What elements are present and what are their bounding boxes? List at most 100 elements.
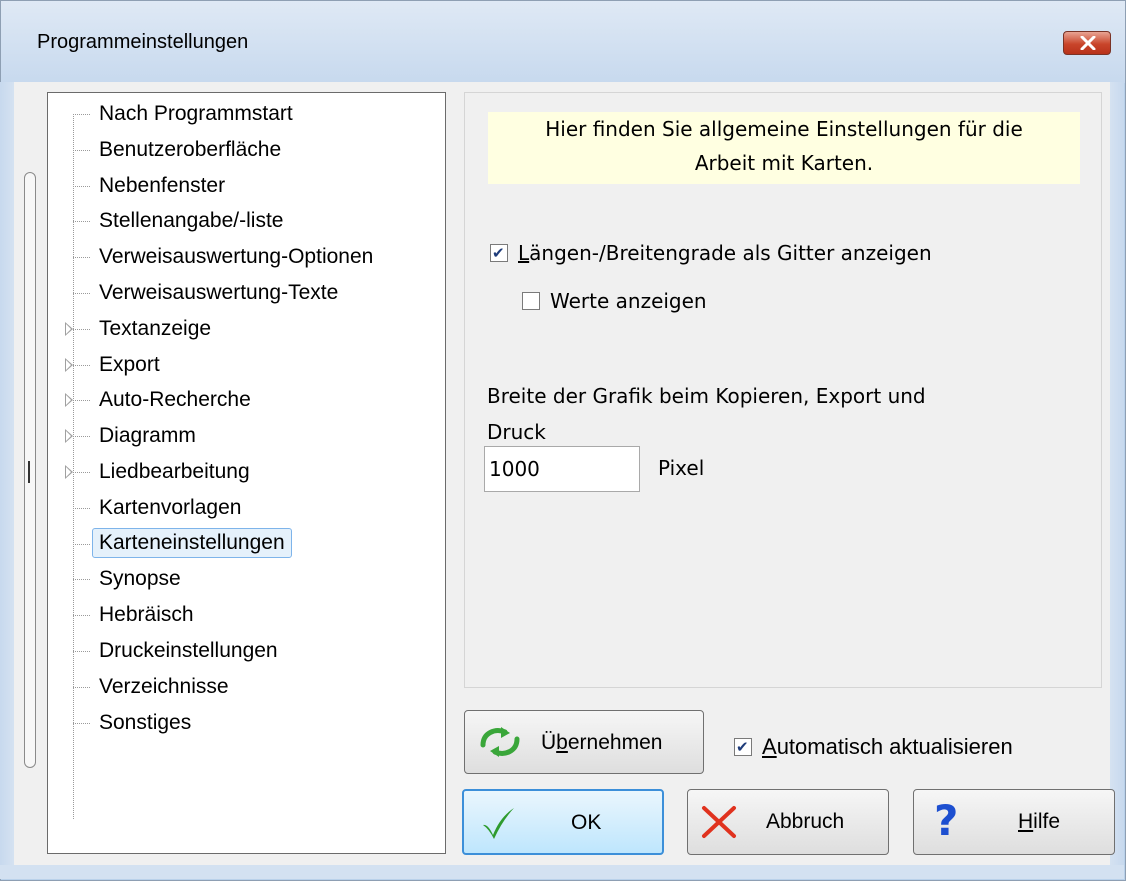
tree-connector xyxy=(73,543,90,545)
tree-item[interactable]: Stellenangabe/-liste xyxy=(48,204,443,238)
width-unit-label: Pixel xyxy=(658,456,705,480)
checkmark-icon xyxy=(483,808,514,839)
tree-connector xyxy=(73,293,90,294)
tree-connector xyxy=(73,149,90,151)
tree-item-label: Verzeichnisse xyxy=(99,674,229,698)
tree-item-label: Kartenvorlagen xyxy=(99,495,242,519)
tree-item[interactable]: Verweisauswertung-Texte xyxy=(48,276,443,310)
refresh-icon xyxy=(480,727,520,757)
tree-item[interactable]: Auto-Recherche xyxy=(48,383,443,417)
auto-update-accesskey: A xyxy=(762,734,777,759)
apply-label-part2: ernehmen xyxy=(567,731,663,754)
tree-item[interactable]: Verweisauswertung-Optionen xyxy=(48,240,443,274)
apply-label-part1: Ü xyxy=(541,731,557,754)
expand-arrow-icon[interactable] xyxy=(65,357,73,372)
window-frame-right xyxy=(1110,82,1124,879)
tree-item[interactable]: Benutzeroberfläche xyxy=(48,133,443,167)
tree-connector xyxy=(73,579,90,581)
tree-connector xyxy=(73,328,90,330)
splitter-handle[interactable] xyxy=(24,172,36,768)
splitter-grip xyxy=(28,461,30,483)
cancel-button-label: Abbruch xyxy=(766,810,845,833)
tree-item[interactable]: Export xyxy=(48,348,443,382)
tree-connector xyxy=(73,436,90,438)
checkmark-icon: ✔ xyxy=(736,738,749,756)
apply-label-accesskey: b xyxy=(556,731,568,754)
apply-button[interactable]: Übernehmen xyxy=(464,710,704,774)
tree-item[interactable]: Nach Programmstart xyxy=(48,97,443,131)
tree-item[interactable]: Diagramm xyxy=(48,419,443,453)
ok-button[interactable]: OK xyxy=(462,789,664,855)
grid-checkbox[interactable]: ✔ xyxy=(490,244,508,262)
tree-item[interactable]: Liedbearbeitung xyxy=(48,455,443,489)
tree-item[interactable]: Nebenfenster xyxy=(48,169,443,203)
tree-item-label: Benutzeroberfläche xyxy=(99,137,282,161)
tree-connector xyxy=(73,615,90,617)
grid-label-accesskey: L xyxy=(518,241,530,265)
values-checkbox-label: Werte anzeigen xyxy=(550,289,707,313)
expand-arrow-icon[interactable] xyxy=(65,393,73,408)
expand-arrow-icon[interactable] xyxy=(65,465,73,479)
info-text-line2: Arbeit mit Karten. xyxy=(694,151,874,175)
tree-item[interactable]: Verzeichnisse xyxy=(48,670,443,704)
graphic-width-label: Breite der Grafik beim Kopieren, Export … xyxy=(487,378,1047,450)
tree-item[interactable]: Sonstiges xyxy=(48,706,443,740)
tree-item[interactable]: Karteneinstellungen xyxy=(48,527,443,561)
tree-connector xyxy=(73,364,90,366)
grid-label-text: ängen-/Breitengrade als Gitter anzeigen xyxy=(529,241,932,265)
auto-update-label-text: utomatisch aktualisieren xyxy=(776,734,1013,759)
auto-update-label: Automatisch aktualisieren xyxy=(762,733,1013,761)
cancel-button[interactable]: Abbruch xyxy=(687,789,889,855)
tree-item-label: Verweisauswertung-Texte xyxy=(99,281,339,304)
tree-connector xyxy=(73,185,90,187)
help-question-icon: ? xyxy=(934,796,959,845)
tree-item-label: Export xyxy=(99,352,160,376)
tree-item-label: Hebräisch xyxy=(99,603,194,627)
settings-tree[interactable]: Nach Programmstart Benutzeroberfläche Nebe… xyxy=(47,92,446,854)
close-button[interactable] xyxy=(1063,31,1111,55)
title-bar[interactable]: Programmeinstellungen xyxy=(1,1,1125,83)
close-icon xyxy=(1080,36,1096,50)
tree-connector xyxy=(73,686,90,688)
tree-connector xyxy=(73,221,90,223)
tree-item-label: Diagramm xyxy=(99,424,196,448)
grid-checkbox-label: Längen-/Breitengrade als Gitter anzeigen xyxy=(518,239,932,267)
tree-item-label: Karteneinstellungen xyxy=(92,527,292,558)
tree-item-label: Auto-Recherche xyxy=(99,388,251,412)
tree-item[interactable]: Kartenvorlagen xyxy=(48,491,443,525)
window-frame-left xyxy=(0,82,14,879)
graphic-width-label-line1: Breite der Grafik beim Kopieren, Export … xyxy=(487,384,926,408)
help-label-text: ilfe xyxy=(1033,810,1061,833)
checkmark-icon: ✔ xyxy=(492,244,505,262)
help-button-label: Hilfe xyxy=(1018,810,1060,834)
tree-item-label: Textanzeige xyxy=(99,316,212,340)
info-text-line1: Hier finden Sie allgemeine Einstellungen… xyxy=(545,117,1023,141)
tree-item-label: Liedbearbeitung xyxy=(99,460,250,483)
info-box: Hier finden Sie allgemeine Einstellungen… xyxy=(488,112,1080,184)
tree-item-label: Stellenangabe/-liste xyxy=(99,209,284,233)
tree-connector xyxy=(73,507,90,509)
tree-item-label: Nach Programmstart xyxy=(99,102,293,125)
tree-item[interactable]: Druckeinstellungen xyxy=(48,634,443,668)
tree-item[interactable]: Hebräisch xyxy=(48,598,443,632)
help-label-accesskey: H xyxy=(1018,810,1034,833)
tree-connector xyxy=(73,472,90,473)
ok-button-label: OK xyxy=(571,811,602,834)
tree-item[interactable]: Textanzeige xyxy=(48,312,443,346)
tree-item-label: Druckeinstellungen xyxy=(99,639,278,662)
window-title: Programmeinstellungen xyxy=(37,31,249,53)
help-button[interactable]: ? Hilfe xyxy=(913,789,1115,855)
tree-connector xyxy=(73,722,90,724)
tree-connector xyxy=(73,400,90,402)
values-checkbox[interactable] xyxy=(522,292,540,310)
graphic-width-input[interactable]: 1000 xyxy=(484,446,640,492)
tree-connector xyxy=(73,651,90,652)
auto-update-checkbox[interactable]: ✔ xyxy=(734,738,752,756)
expand-arrow-icon[interactable] xyxy=(65,429,73,444)
tree-connector xyxy=(73,257,90,259)
window-frame-bottom xyxy=(0,865,1124,879)
cancel-x-icon xyxy=(702,806,736,838)
tree-item[interactable]: Synopse xyxy=(48,562,443,596)
expand-arrow-icon[interactable] xyxy=(65,321,73,336)
tree-item-label: Sonstiges xyxy=(99,710,192,734)
